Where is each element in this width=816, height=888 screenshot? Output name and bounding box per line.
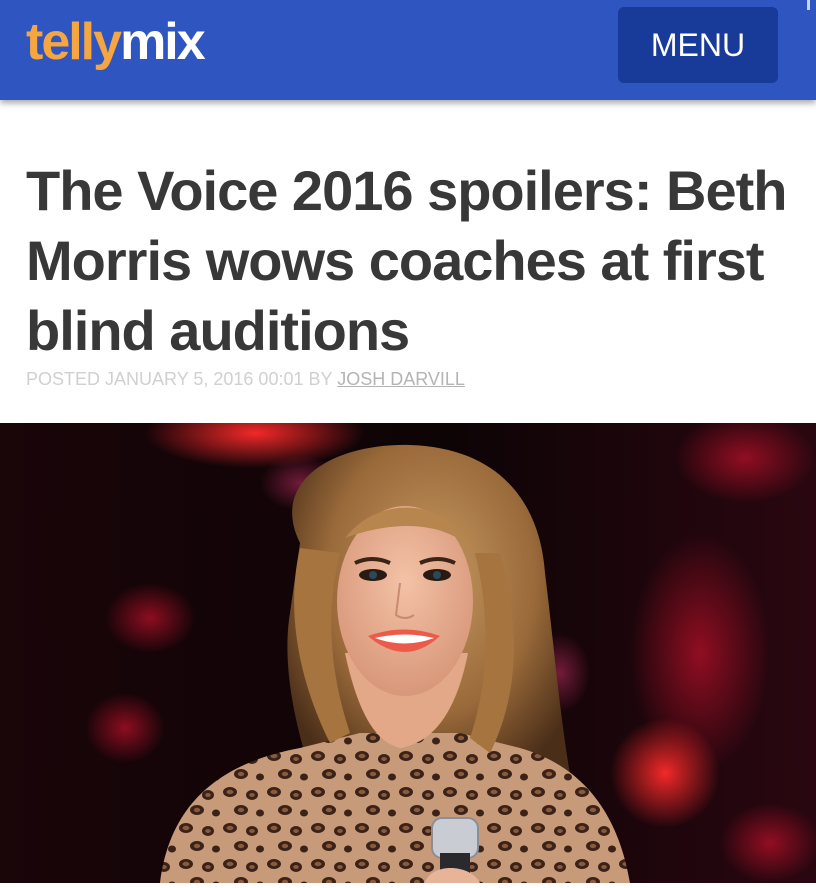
logo-text-mix: mix (120, 13, 206, 71)
logo-text-telly: telly (26, 13, 122, 71)
article-title: The Voice 2016 spoilers: Beth Morris wow… (26, 159, 787, 362)
page: tellymix MENU The Voice 2016 spoilers: B… (0, 0, 816, 888)
hero-photo (0, 423, 816, 883)
hero-image (0, 423, 816, 883)
site-logo[interactable]: tellymix (26, 10, 206, 74)
site-header: tellymix MENU (0, 0, 816, 100)
menu-button[interactable]: MENU (618, 7, 778, 83)
scroll-indicator (807, 0, 810, 10)
posted-date: POSTED JANUARY 5, 2016 00:01 BY (26, 369, 333, 389)
article-byline: POSTED JANUARY 5, 2016 00:01 BY JOSH DAR… (26, 369, 465, 390)
author-link[interactable]: JOSH DARVILL (337, 369, 465, 389)
